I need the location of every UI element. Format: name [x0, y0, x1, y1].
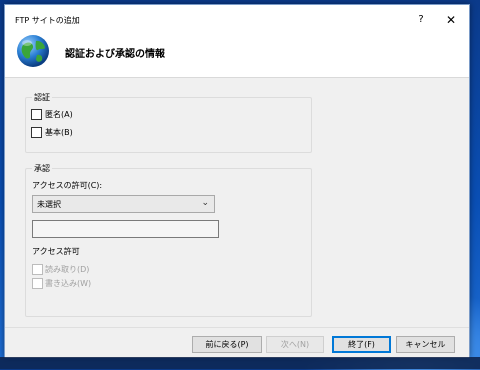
back-button[interactable]: 前に戻る(P): [192, 336, 262, 353]
finish-button[interactable]: 終了(F): [332, 336, 391, 353]
write-label[interactable]: 書き込み(W): [45, 278, 91, 289]
cancel-button[interactable]: キャンセル: [396, 336, 455, 353]
wizard-footer: 前に戻る(P) 次へ(N) 終了(F) キャンセル: [5, 327, 469, 358]
anonymous-checkbox[interactable]: [31, 109, 42, 120]
basic-checkbox[interactable]: [31, 127, 42, 138]
next-button[interactable]: 次へ(N): [266, 336, 324, 353]
authorization-group-title: 承認: [32, 163, 52, 174]
access-allowed-select[interactable]: 未選択 ⌄: [32, 195, 215, 213]
authentication-group-title: 認証: [32, 92, 52, 103]
taskbar: [0, 357, 480, 369]
read-label[interactable]: 読み取り(D): [45, 264, 89, 275]
write-checkbox[interactable]: [32, 278, 43, 289]
title-bar: FTP サイトの追加 ? ✕: [5, 5, 469, 33]
chevron-down-icon: ⌄: [201, 198, 209, 208]
access-allowed-label: アクセスの許可(C):: [32, 181, 103, 190]
basic-label[interactable]: 基本(B): [45, 127, 73, 138]
authentication-group: 認証: [25, 92, 312, 153]
wizard-header: 認証および承認の情報: [5, 33, 469, 78]
access-target-textbox[interactable]: [32, 220, 219, 238]
anonymous-label[interactable]: 匿名(A): [45, 109, 73, 120]
help-button[interactable]: ?: [409, 10, 433, 30]
globe-icon: [17, 35, 49, 67]
window-title: FTP サイトの追加: [15, 16, 80, 25]
ftp-site-wizard-dialog: FTP サイトの追加 ? ✕ 認証および承認の情報 認証 匿名(A) 基本(B): [4, 4, 470, 358]
read-checkbox[interactable]: [32, 264, 43, 275]
close-button[interactable]: ✕: [439, 10, 463, 30]
page-title: 認証および承認の情報: [65, 49, 165, 60]
access-allowed-select-value: 未選択: [37, 200, 61, 209]
permissions-title: アクセス許可: [32, 247, 80, 256]
